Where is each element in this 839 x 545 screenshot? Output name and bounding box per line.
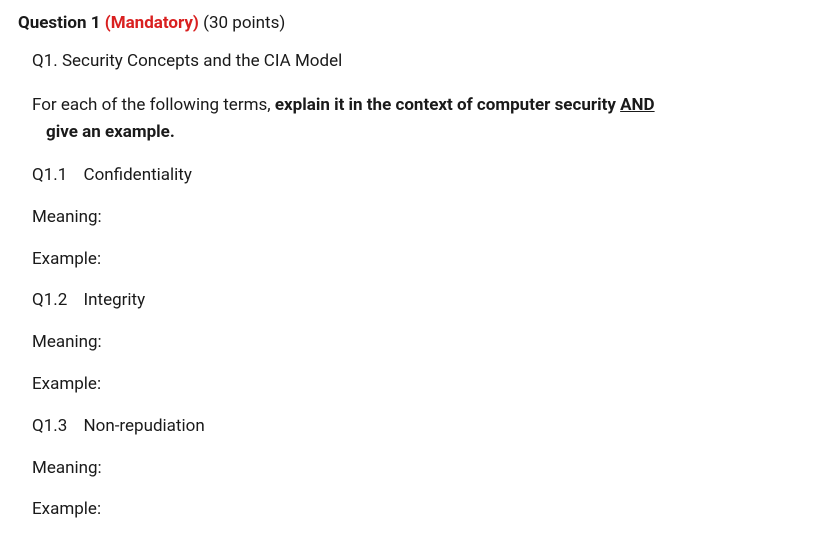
question-heading: Question 1 (Mandatory) (30 points) bbox=[18, 12, 821, 36]
subquestion-number: Q1.2 bbox=[32, 289, 67, 313]
meaning-field: Meaning: bbox=[32, 331, 821, 355]
instructions-intro: For each of the following terms, bbox=[32, 95, 275, 115]
example-field: Example: bbox=[32, 498, 821, 522]
subquestion: Q1.2 Integrity bbox=[32, 289, 821, 313]
example-field: Example: bbox=[32, 373, 821, 397]
question-number: Question 1 bbox=[18, 13, 101, 33]
instructions-bold-1: explain it in the context of computer se… bbox=[275, 95, 620, 115]
subquestion-term: Confidentiality bbox=[84, 165, 192, 185]
subquestion: Q1.3 Non-repudiation bbox=[32, 415, 821, 439]
subquestion-term: Non-repudiation bbox=[84, 416, 205, 436]
mandatory-label: (Mandatory) bbox=[105, 13, 199, 33]
meaning-field: Meaning: bbox=[32, 457, 821, 481]
example-field: Example: bbox=[32, 248, 821, 272]
subquestion-term: Integrity bbox=[84, 290, 146, 310]
subquestion: Q1.1 Confidentiality bbox=[32, 164, 821, 188]
question-body: Q1. Security Concepts and the CIA Model … bbox=[18, 50, 821, 522]
instructions-bold-2: give an example. bbox=[46, 122, 175, 142]
instructions: For each of the following terms, explain… bbox=[32, 92, 821, 146]
subquestion-number: Q1.1 bbox=[32, 164, 67, 188]
instructions-and: AND bbox=[620, 95, 654, 115]
subquestion-number: Q1.3 bbox=[32, 415, 67, 439]
points-label: (30 points) bbox=[203, 13, 285, 33]
question-subtitle: Q1. Security Concepts and the CIA Model bbox=[32, 50, 821, 74]
meaning-field: Meaning: bbox=[32, 206, 821, 230]
